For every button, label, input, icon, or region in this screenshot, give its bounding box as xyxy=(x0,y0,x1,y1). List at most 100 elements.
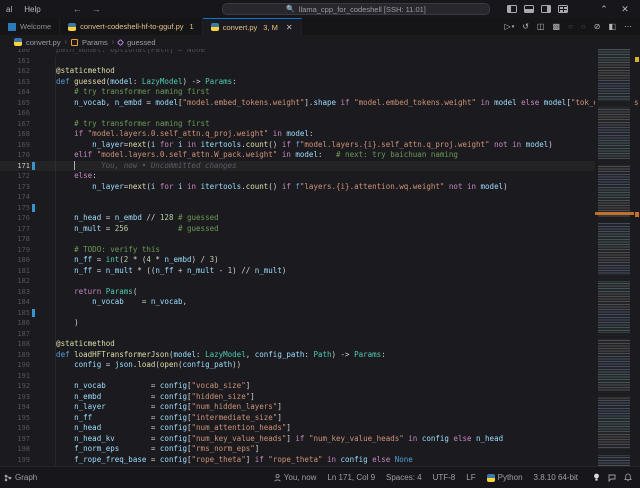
bell-icon[interactable] xyxy=(624,473,632,482)
commit-graph-status[interactable]: Graph xyxy=(4,473,37,482)
code-line[interactable]: 172 else: xyxy=(0,171,595,182)
line-number: 188 xyxy=(17,340,30,348)
code-line[interactable]: 183 return Params( xyxy=(0,287,595,298)
tab-convert-codeshell[interactable]: convert-codeshell-hf-to-gguf.py 1 xyxy=(60,18,203,35)
split-editor-icon[interactable]: ◧ xyxy=(608,22,616,31)
line-number: 164 xyxy=(17,88,30,96)
code-line[interactable]: 190 config = json.load(open(config_path)… xyxy=(0,360,595,371)
code-line[interactable]: 189 def loadHFTransformerJson(model: Laz… xyxy=(0,350,595,361)
line-number: 162 xyxy=(17,67,30,75)
eol-status[interactable]: LF xyxy=(466,473,475,482)
code-line[interactable]: 166 xyxy=(0,108,595,119)
code-line[interactable]: 161 xyxy=(0,56,595,67)
code-line[interactable]: 170 elif "model.layers.0.self_attn.W_pac… xyxy=(0,150,595,161)
python-file-icon xyxy=(210,23,219,31)
code-editor[interactable]: 160 path_model: Optional[Path] = None 161… xyxy=(0,49,640,466)
open-changes-icon[interactable]: ◫ xyxy=(537,22,545,31)
run-python-file-button[interactable]: ▷ ▾ xyxy=(505,22,515,31)
code-line[interactable]: 169 n_layer=next(i for i in itertools.co… xyxy=(0,140,595,151)
window-close-icon[interactable]: ✕ xyxy=(618,4,632,15)
python-interpreter-status[interactable]: 3.8.10 64-bit xyxy=(534,473,578,482)
code-line[interactable]: 195 n_ff = config["intermediate_size"] xyxy=(0,413,595,424)
code-line[interactable]: 162 @staticmethod xyxy=(0,66,595,77)
code-line[interactable]: 168 if "model.layers.0.self_attn.q_proj.… xyxy=(0,129,595,140)
code-line[interactable]: 191 xyxy=(0,371,595,382)
code-line[interactable]: 178 xyxy=(0,234,595,245)
toggle-blame-icon[interactable]: ○ xyxy=(568,22,573,31)
line-number: 186 xyxy=(17,319,30,327)
tab-convert-py[interactable]: convert.py 3, M ✕ xyxy=(202,18,302,35)
code-line[interactable]: 196 n_head = config["num_attention_heads… xyxy=(0,423,595,434)
code-line[interactable]: 187 xyxy=(0,329,595,340)
code-line[interactable]: 194 n_layer = config["num_hidden_layers"… xyxy=(0,402,595,413)
code-line[interactable]: 176 n_head = n_embd // 128 # guessed xyxy=(0,213,595,224)
line-number: 176 xyxy=(17,214,30,222)
code-line[interactable]: 182 xyxy=(0,276,595,287)
line-content: @staticmethod xyxy=(38,339,115,348)
file-history-icon[interactable]: ↺ xyxy=(522,22,529,31)
code-line[interactable]: 192 n_vocab = config["vocab_size"] xyxy=(0,381,595,392)
overview-ruler[interactable] xyxy=(634,49,640,466)
code-line[interactable]: 163 def guessed(model: LazyModel) -> Par… xyxy=(0,77,595,88)
breadcrumb: convert.py › Params › guessed xyxy=(0,35,640,49)
code-line[interactable]: 184 n_vocab = n_vocab, xyxy=(0,297,595,308)
line-number: 199 xyxy=(17,455,30,464)
breadcrumb-method[interactable]: guessed xyxy=(127,38,155,47)
chevron-up-icon[interactable]: ⌃ xyxy=(597,4,611,15)
code-line[interactable]: 181 n_ff = n_mult * ((n_ff + n_mult - 1)… xyxy=(0,266,595,277)
code-line[interactable]: 186 ) xyxy=(0,318,595,329)
menu-help[interactable]: Help xyxy=(18,0,46,18)
disable-icon[interactable]: ⊘ xyxy=(594,22,601,31)
heatmap-icon[interactable]: ○ xyxy=(581,22,586,31)
gitlens-blame-status[interactable]: You, now xyxy=(274,473,316,482)
tab-welcome[interactable]: Welcome xyxy=(0,18,61,35)
line-number: 161 xyxy=(17,56,30,65)
encoding-status[interactable]: UTF-8 xyxy=(433,473,456,482)
customize-layout-icon[interactable] xyxy=(558,5,568,13)
line-content xyxy=(30,329,38,340)
lightbulb-icon[interactable] xyxy=(593,473,600,482)
line-content: return Params( xyxy=(38,286,138,296)
code-line[interactable]: 165 n_vocab, n_embd = model["model.embed… xyxy=(0,98,640,109)
code-line[interactable]: 175 xyxy=(0,203,595,214)
line-content: You, now • Uncommitted changes xyxy=(30,161,237,172)
tab-label: convert-codeshell-hf-to-gguf.py xyxy=(80,22,184,31)
line-content: n_vocab = n_vocab, xyxy=(38,297,188,306)
code-line[interactable]: 171 You, now • Uncommitted changes xyxy=(0,161,595,172)
toggle-secondary-sidebar-icon[interactable] xyxy=(541,5,551,13)
code-line[interactable]: 199 f_rope_freq_base = config["rope_thet… xyxy=(0,455,595,466)
forward-icon[interactable]: → xyxy=(92,4,101,14)
code-line[interactable]: 198 f_norm_eps = config["rms_norm_eps"] xyxy=(0,444,595,455)
tab-close-icon[interactable]: ✕ xyxy=(286,23,293,32)
toggle-primary-sidebar-icon[interactable] xyxy=(507,5,517,13)
code-line[interactable]: 164 # try transformer naming first xyxy=(0,87,595,98)
breadcrumb-class[interactable]: Params xyxy=(82,38,108,47)
minimap[interactable] xyxy=(595,49,634,466)
code-line[interactable]: 185 xyxy=(0,308,595,319)
code-line[interactable]: 173 n_layer=next(i for i in itertools.co… xyxy=(0,182,595,193)
back-icon[interactable]: ← xyxy=(73,4,82,14)
line-number: 196 xyxy=(17,424,30,432)
line-content: f_norm_eps = config["rms_norm_eps"] xyxy=(38,444,260,453)
line-number: 193 xyxy=(17,392,30,401)
menu-terminal[interactable]: al xyxy=(0,0,18,18)
code-line[interactable]: 174 xyxy=(0,192,595,203)
command-center[interactable]: 🔍 llama_cpp_for_codeshell [SSH: 11.01] xyxy=(222,3,490,15)
language-status[interactable]: Python xyxy=(486,473,523,482)
feedback-icon[interactable] xyxy=(608,474,616,482)
code-line[interactable]: 179 # TODO: verify this xyxy=(0,245,595,256)
breadcrumb-file[interactable]: convert.py xyxy=(26,38,61,47)
code-line[interactable]: 193 n_embd = config["hidden_size"] xyxy=(0,392,595,403)
code-line[interactable]: 167 # try transformer naming first xyxy=(0,119,595,130)
indentation-status[interactable]: Spaces: 4 xyxy=(386,473,422,482)
line-content: n_ff = int(2 * (4 * n_embd) / 3) xyxy=(38,255,219,264)
git-change-bar xyxy=(32,161,35,170)
code-line[interactable]: 188 @staticmethod xyxy=(0,339,595,350)
cursor-position-status[interactable]: Ln 171, Col 9 xyxy=(327,473,375,482)
code-line[interactable]: 180 n_ff = int(2 * (4 * n_embd) / 3) xyxy=(0,255,595,266)
code-line[interactable]: 197 n_head_kv = config["num_key_value_he… xyxy=(0,434,595,445)
toggle-panel-icon[interactable] xyxy=(524,5,534,13)
code-line[interactable]: 177 n_mult = 256 # guessed xyxy=(0,224,595,235)
annotations-icon[interactable]: ▩ xyxy=(552,22,560,31)
more-actions-icon[interactable]: ⋯ xyxy=(624,22,632,31)
